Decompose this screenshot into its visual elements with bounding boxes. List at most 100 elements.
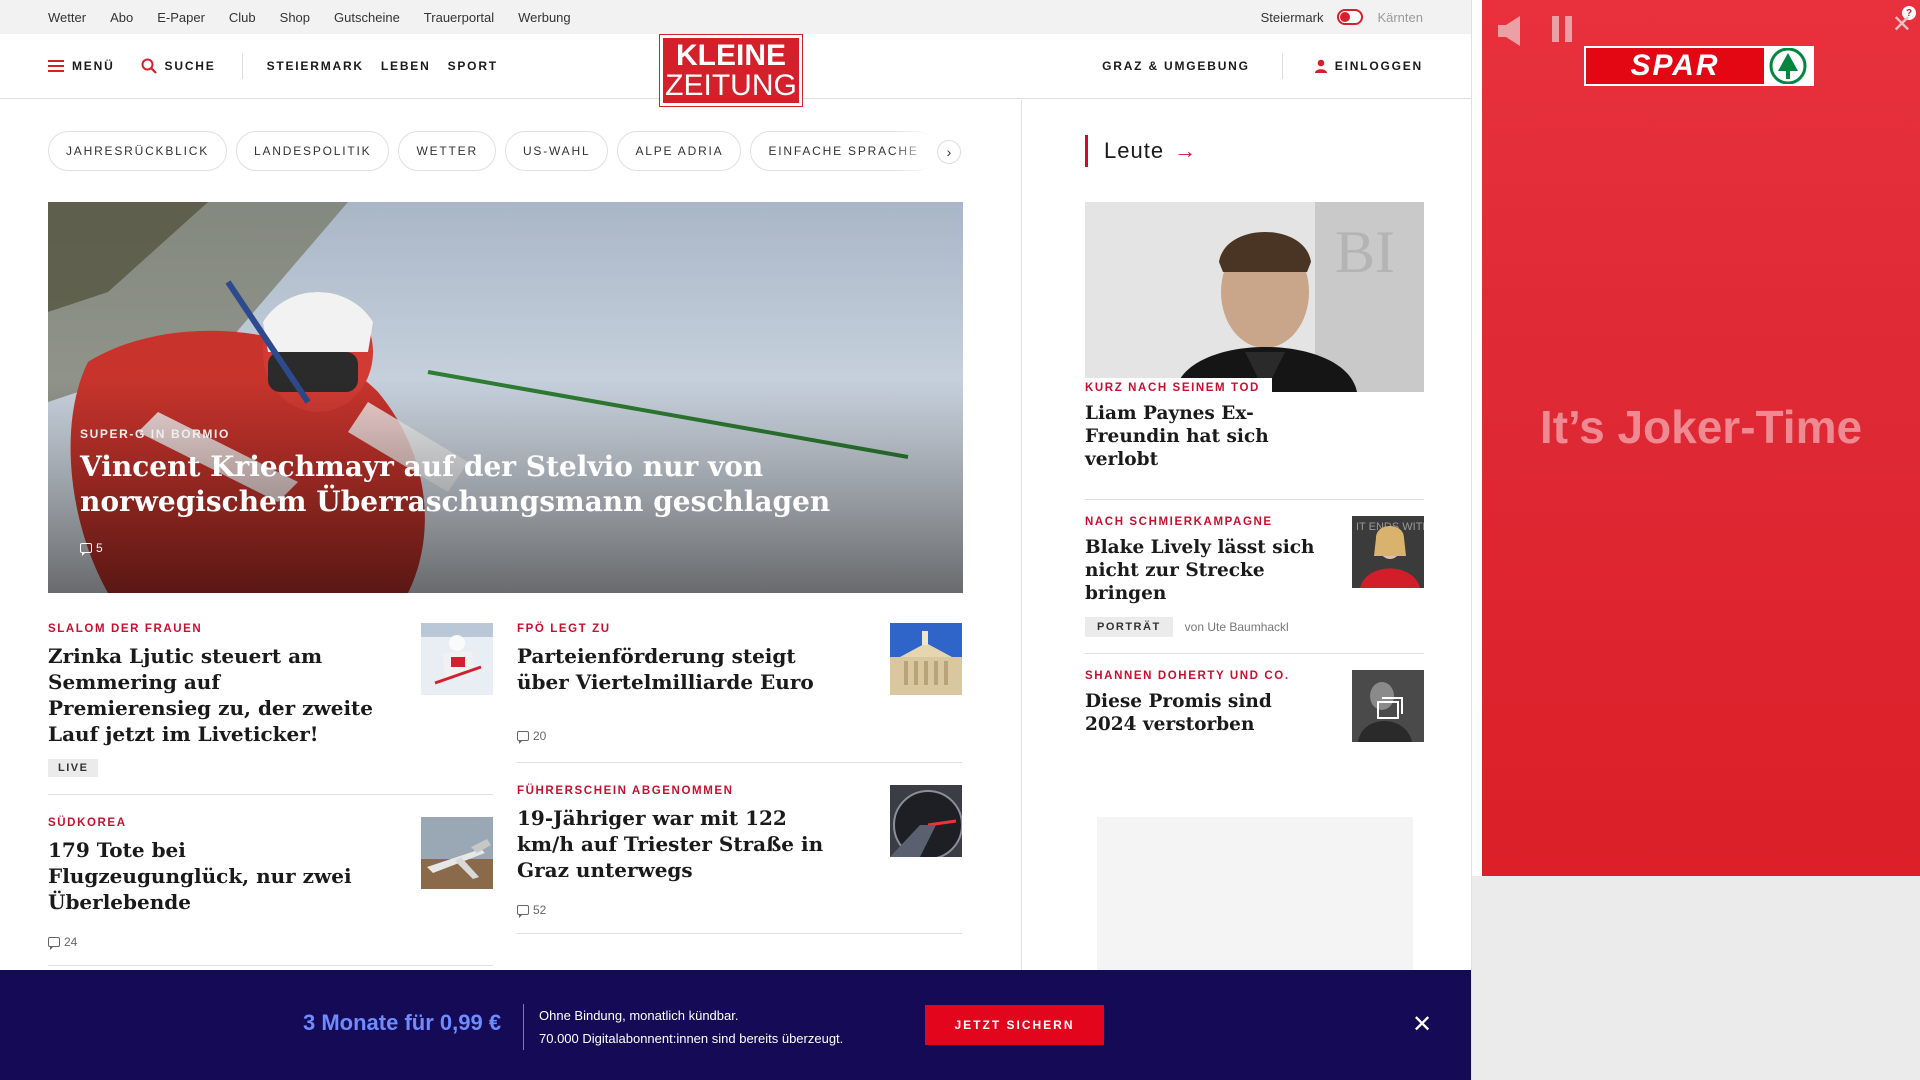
hero-comments[interactable]: 5	[80, 541, 840, 556]
article-comments[interactable]: 52	[517, 903, 962, 918]
feature-image[interactable]: BI	[1085, 202, 1424, 392]
nav-separator	[241, 53, 243, 79]
hero-text: SUPER-G IN BORMIO Vincent Kriechmayr auf…	[80, 427, 840, 556]
article-title[interactable]: Parteienförderung steigt über Viertelmil…	[517, 643, 847, 695]
nav-steiermark[interactable]: STEIERMARK	[267, 59, 364, 73]
hero-title[interactable]: Vincent Kriechmayr auf der Stelvio nur v…	[80, 449, 840, 519]
arrow-right-icon: →	[1174, 138, 1197, 163]
close-icon[interactable]: ✕	[1412, 1010, 1432, 1039]
site-logo[interactable]: KLEINE ZEITUNG	[659, 34, 803, 107]
utility-link-trauerportal[interactable]: Trauerportal	[424, 10, 494, 25]
blake-lively-thumb[interactable]: IT ENDS WITH	[1352, 516, 1424, 588]
site: Wetter Abo E-Paper Club Shop Gutscheine …	[0, 0, 1472, 1080]
speaker-icon[interactable]	[1496, 14, 1526, 48]
login-button[interactable]: EINLOGGEN	[1314, 59, 1423, 73]
search-button[interactable]: SUCHE	[141, 58, 216, 74]
skier-thumb[interactable]	[421, 623, 493, 695]
spar-logo: SPAR	[1584, 46, 1814, 86]
utility-link-wetter[interactable]: Wetter	[48, 10, 86, 25]
nav-graz-umgebung[interactable]: GRAZ & UMGEBUNG	[1102, 59, 1250, 73]
utility-link-werbung[interactable]: Werbung	[518, 10, 571, 25]
chip-alpe-adria[interactable]: ALPE ADRIA	[617, 131, 742, 171]
sidebar-article[interactable]: SHANNEN DOHERTY UND CO. Diese Promis sin…	[1085, 653, 1424, 765]
sidebar: Leute → BI KURZ NACH SEINEM TOD Liam Pay…	[1022, 100, 1424, 1037]
logo-line-1: KLEINE	[675, 38, 786, 72]
speedometer-thumb[interactable]	[890, 785, 962, 857]
plane-crash-thumb[interactable]	[421, 817, 493, 889]
chip-jahresrueckblick[interactable]: JAHRESRÜCKBLICK	[48, 131, 228, 171]
nav-leben[interactable]: LEBEN	[381, 59, 431, 73]
jetzt-sichern-button[interactable]: JETZT SICHERN	[925, 1005, 1104, 1045]
spar-logo-text: SPAR	[1586, 48, 1764, 84]
article-card[interactable]: SÜDKOREA 179 Tote bei Flugzeugunglück, n…	[48, 817, 493, 966]
nav-sport[interactable]: SPORT	[448, 59, 498, 73]
logo-line-2: ZEITUNG	[665, 68, 797, 102]
sidebar-title[interactable]: Diese Promis sind 2024 verstorben	[1085, 690, 1325, 736]
utility-links: Wetter Abo E-Paper Club Shop Gutscheine …	[48, 10, 571, 25]
promo-line-1: Ohne Bindung, monatlich kündbar.	[539, 1008, 739, 1023]
sidebar-article[interactable]: NACH SCHMIERKAMPAGNE Blake Lively lässt …	[1085, 499, 1424, 653]
utility-link-abo[interactable]: Abo	[110, 10, 133, 25]
region-steiermark[interactable]: Steiermark	[1261, 10, 1324, 25]
sidebar-title[interactable]: Blake Lively lässt sich nicht zur Streck…	[1085, 536, 1325, 605]
svg-text:BI: BI	[1335, 219, 1395, 285]
article-card[interactable]: SLALOM DER FRAUEN Zrinka Ljutic steuert …	[48, 623, 493, 795]
nav-separator	[1281, 53, 1283, 79]
gallery-thumb[interactable]	[1352, 670, 1424, 742]
nav-right: GRAZ & UMGEBUNG EINLOGGEN	[1102, 53, 1423, 79]
article-comments[interactable]: 20	[517, 729, 962, 744]
article-comments[interactable]: 24	[48, 935, 493, 950]
region-switch: Steiermark Kärnten	[1261, 9, 1423, 25]
article-comment-count: 24	[64, 935, 78, 949]
promo-separator	[523, 1004, 524, 1050]
utility-link-club[interactable]: Club	[229, 10, 256, 25]
live-badge: LIVE	[48, 759, 99, 777]
region-toggle[interactable]	[1337, 9, 1364, 25]
comment-icon	[48, 937, 60, 950]
section-title: Leute	[1104, 138, 1165, 163]
portrait-badge: PORTRÄT	[1085, 617, 1173, 637]
utility-link-gutscheine[interactable]: Gutscheine	[334, 10, 400, 25]
pause-icon[interactable]	[1552, 16, 1572, 42]
hero-kicker: SUPER-G IN BORMIO	[80, 427, 230, 441]
article-card[interactable]: FÜHRERSCHEIN ABGENOMMEN 19-Jähriger war …	[517, 785, 962, 934]
article-card[interactable]: FPÖ LEGT ZU Parteienförderung steigt übe…	[517, 623, 962, 763]
ad-close-icon[interactable]: ✕	[1892, 10, 1912, 39]
hero-article[interactable]: SUPER-G IN BORMIO Vincent Kriechmayr auf…	[48, 202, 963, 593]
utility-link-epaper[interactable]: E-Paper	[157, 10, 205, 25]
feature-kicker: KURZ NACH SEINEM TOD	[1085, 378, 1272, 398]
user-icon	[1314, 59, 1327, 73]
subscription-banner: 3 Monate für 0,99 € Ohne Bindung, monatl…	[0, 970, 1471, 1080]
promo-description: Ohne Bindung, monatlich kündbar. 70.000 …	[539, 1004, 843, 1050]
region-kaernten[interactable]: Kärnten	[1377, 10, 1423, 25]
chip-us-wahl[interactable]: US-WAHL	[504, 131, 609, 171]
promo-line-2: 70.000 Digitalabonnent:innen sind bereit…	[539, 1031, 844, 1046]
chip-wetter[interactable]: WETTER	[398, 131, 496, 171]
portrait-meta: PORTRÄT von Ute Baumhackl	[1085, 617, 1424, 637]
article-column-left: SLALOM DER FRAUEN Zrinka Ljutic steuert …	[48, 623, 493, 988]
feature-title[interactable]: Liam Paynes Ex-Freundin hat sich verlobt	[1085, 402, 1345, 471]
utility-link-shop[interactable]: Shop	[280, 10, 310, 25]
chip-landespolitik[interactable]: LANDESPOLITIK	[236, 131, 390, 171]
article-title[interactable]: 19-Jähriger war mit 122 km/h auf Trieste…	[517, 805, 847, 883]
search-icon	[141, 58, 157, 74]
article-comment-count: 52	[533, 903, 547, 917]
author-name[interactable]: von Ute Baumhackl	[1185, 620, 1289, 634]
article-comment-count: 20	[533, 729, 547, 743]
topic-chips: JAHRESRÜCKBLICK LANDESPOLITIK WETTER US-…	[48, 100, 963, 202]
hamburger-icon	[48, 60, 64, 72]
ad-slogan: It’s Joker-Time	[1539, 401, 1863, 453]
login-label: EINLOGGEN	[1334, 59, 1423, 73]
comment-icon	[517, 905, 529, 918]
section-header-leute[interactable]: Leute →	[1022, 100, 1424, 202]
promo-price: 3 Monate für 0,99 €	[303, 1010, 502, 1035]
parliament-thumb[interactable]	[890, 623, 962, 695]
main-header: MENÜ SUCHE STEIERMARK LEBEN SPORT KLEINE…	[0, 34, 1471, 107]
article-title[interactable]: 179 Tote bei Flugzeugunglück, nur zwei Ü…	[48, 837, 378, 915]
article-grid: SLALOM DER FRAUEN Zrinka Ljutic steuert …	[48, 623, 963, 988]
chevron-right-icon[interactable]: ›	[937, 140, 961, 164]
ad-panel[interactable]: ? ✕ SPAR It’s Joker-Time	[1482, 0, 1920, 876]
article-title[interactable]: Zrinka Ljutic steuert am Semmering auf P…	[48, 643, 378, 747]
menu-button[interactable]: MENÜ	[48, 59, 115, 73]
comment-icon	[517, 731, 529, 744]
